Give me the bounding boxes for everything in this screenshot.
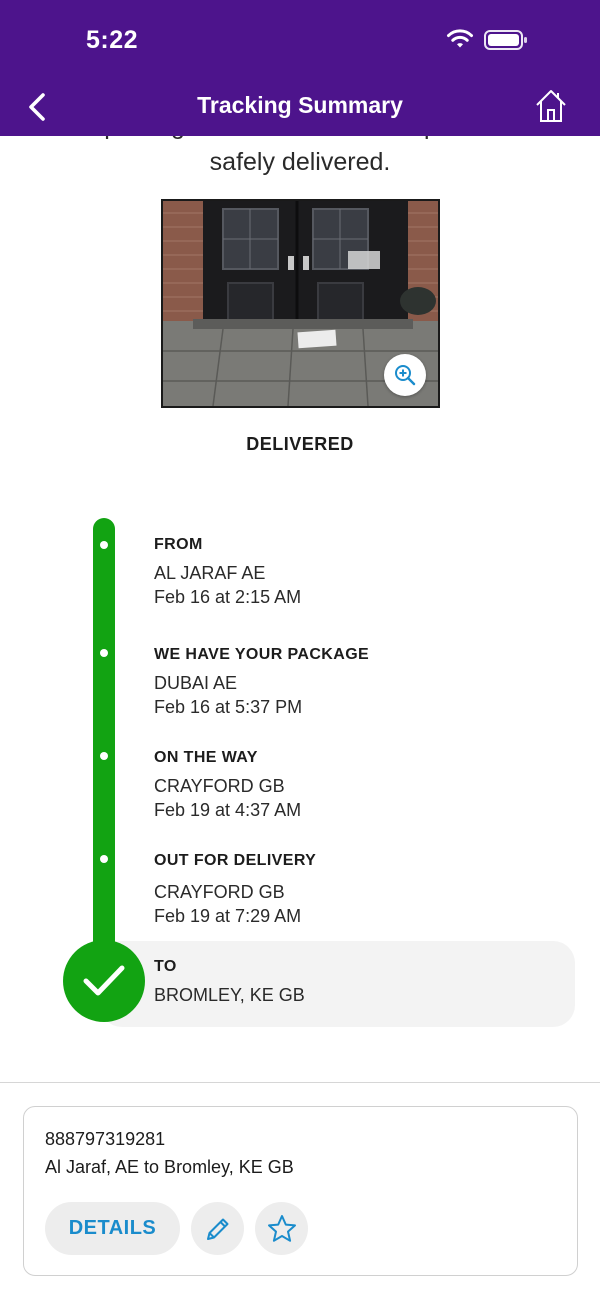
timeline-event-from: FROM AL JARAF AE Feb 16 at 2:15 AM bbox=[154, 535, 301, 609]
event-title: FROM bbox=[154, 536, 203, 553]
zoom-button[interactable] bbox=[384, 354, 426, 396]
divider bbox=[0, 1082, 600, 1083]
timeline-event-picked-up: WE HAVE YOUR PACKAGE DUBAI AE Feb 16 at … bbox=[154, 645, 369, 719]
event-title: OUT FOR DELIVERY bbox=[154, 852, 317, 869]
timeline-dot bbox=[100, 649, 108, 657]
timeline-dot bbox=[100, 855, 108, 863]
page-title: Tracking Summary bbox=[197, 92, 403, 118]
nav-bar: Tracking Summary bbox=[0, 80, 600, 136]
checkmark-icon bbox=[83, 965, 125, 996]
event-title: WE HAVE YOUR PACKAGE bbox=[154, 646, 370, 663]
shipment-card: 888797319281 Al Jaraf, AE to Bromley, KE… bbox=[23, 1106, 578, 1276]
pencil-icon bbox=[206, 1218, 228, 1240]
event-title: TO bbox=[154, 958, 177, 975]
delivery-message-line-2: safely delivered. bbox=[209, 148, 391, 176]
timeline-dot bbox=[100, 541, 108, 549]
delivery-photo[interactable] bbox=[161, 199, 440, 408]
tracking-number: 888797319281 bbox=[45, 1129, 166, 1149]
event-location: CRAYFORD GB bbox=[154, 776, 285, 796]
home-icon[interactable] bbox=[534, 88, 568, 124]
timeline-event-on-the-way: ON THE WAY CRAYFORD GB Feb 19 at 4:37 AM bbox=[154, 748, 301, 822]
event-time: Feb 16 at 5:37 PM bbox=[154, 697, 303, 717]
timeline-event-to: TO BROMLEY, KE GB bbox=[154, 957, 305, 1007]
event-title: ON THE WAY bbox=[154, 749, 258, 766]
event-location: DUBAI AE bbox=[154, 673, 238, 693]
event-location: CRAYFORD GB bbox=[154, 882, 285, 902]
event-location: AL JARAF AE bbox=[154, 563, 266, 583]
wifi-icon bbox=[447, 29, 473, 48]
status-time: 5:22 bbox=[86, 26, 139, 54]
shipment-route: Al Jaraf, AE to Bromley, KE GB bbox=[45, 1157, 294, 1177]
delivery-status: DELIVERED bbox=[246, 434, 354, 454]
app-header: 5:22 Tracking Summary bbox=[0, 0, 600, 136]
event-time: Feb 19 at 4:37 AM bbox=[154, 800, 302, 820]
star-icon bbox=[267, 1214, 296, 1242]
edit-button[interactable] bbox=[191, 1202, 244, 1255]
details-button[interactable]: DETAILS bbox=[45, 1202, 180, 1255]
timeline-event-out-for-delivery: OUT FOR DELIVERY CRAYFORD GB Feb 19 at 7… bbox=[154, 851, 316, 928]
zoom-in-icon bbox=[395, 365, 416, 386]
event-location: BROMLEY, KE GB bbox=[154, 985, 305, 1005]
delivered-check bbox=[63, 940, 145, 1022]
event-time: Feb 19 at 7:29 AM bbox=[154, 906, 302, 926]
favorite-button[interactable] bbox=[255, 1202, 308, 1255]
timeline-dot bbox=[100, 752, 108, 760]
battery-icon bbox=[484, 30, 527, 50]
event-time: Feb 16 at 2:15 AM bbox=[154, 587, 302, 607]
status-bar: 5:22 bbox=[0, 0, 600, 80]
